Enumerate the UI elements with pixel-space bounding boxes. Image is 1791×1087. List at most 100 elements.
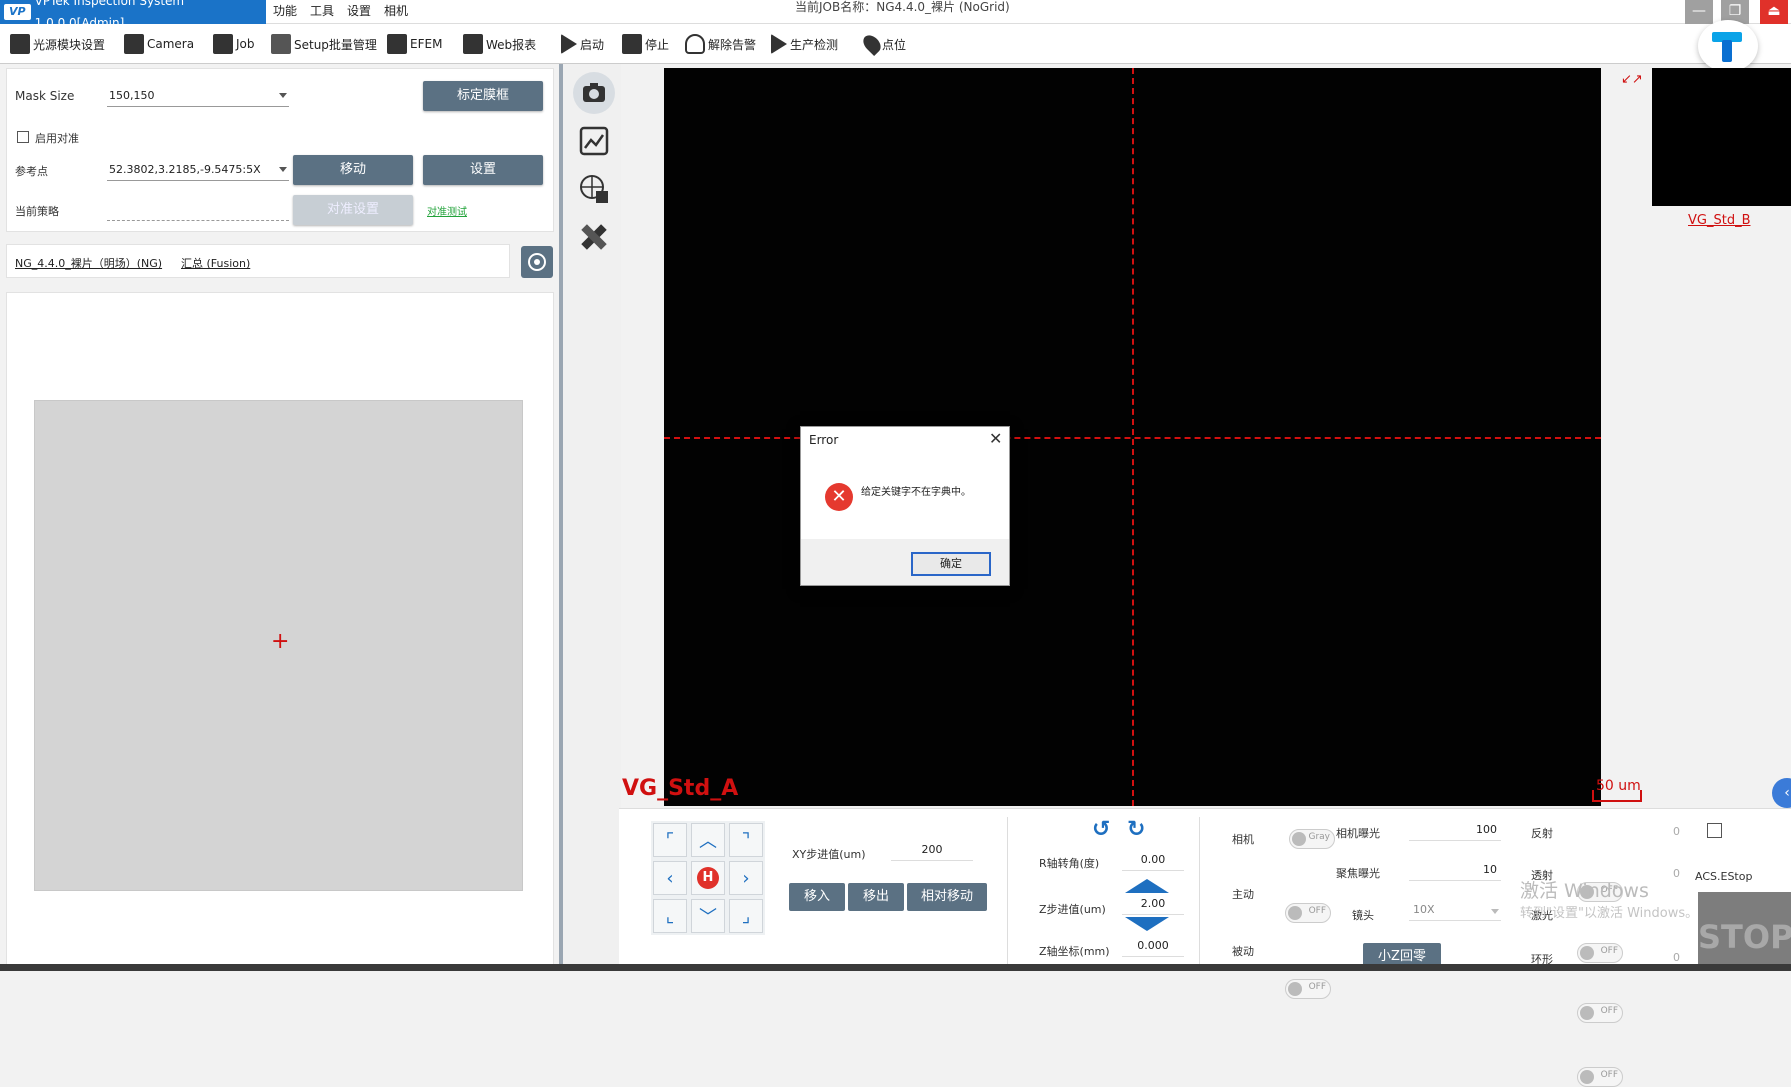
web-report-button[interactable]: Web报表 [463,32,536,56]
jog-right-icon[interactable]: › [729,861,763,895]
setup-batch-button[interactable]: Setup批量管理 [271,32,377,56]
camera-button[interactable]: Camera [124,32,194,56]
toolbar-label: Job [236,37,255,51]
thumbnail-b-label[interactable]: VG_Std_B [1688,213,1751,228]
emergency-stop-button[interactable]: STOP [1698,892,1791,971]
jog-down-left-icon[interactable]: ⌞ [653,899,687,933]
taskbar-strip [0,964,1791,971]
start-button[interactable]: 启动 [561,32,604,56]
toolbar-label: 停止 [645,37,670,52]
lens-select[interactable]: 10X [1409,903,1501,921]
rotate-ccw-icon[interactable]: ↺ [1092,817,1110,842]
align-test-link[interactable]: 对准测试 [427,203,467,218]
production-inspection-button[interactable]: 生产检测 [771,32,838,56]
grid-view-button[interactable] [573,168,615,210]
align-setup-button[interactable]: 对准设置 [293,195,413,225]
recipe-bar: NG_4.4.0_裸片（明场）(NG) 汇总 (Fusion) [6,244,510,278]
move-in-button[interactable]: 移入 [789,883,845,911]
job-button[interactable]: Job [213,32,255,56]
ring-toggle[interactable]: OFF [1577,1067,1623,1087]
clear-alarm-button[interactable]: 解除告警 [685,32,756,56]
jog-down-icon[interactable]: ﹀ [691,899,725,933]
vertical-tool-strip [559,64,621,971]
focus-exposure-label: 聚焦曝光 [1336,867,1380,880]
ref-point-select[interactable]: 52.3802,3.2185,-9.5475:5X [107,161,289,181]
toggle-text: Gray [1308,832,1330,842]
camera-icon [124,34,144,54]
reflect-checkbox[interactable] [1707,823,1722,838]
minimize-button[interactable]: — [1685,0,1713,24]
menu-camera[interactable]: 相机 [384,2,408,20]
image-label-a: VG_Std_A [622,776,739,801]
jog-home-button[interactable]: H [691,861,725,895]
focus-exposure-input[interactable]: 10 [1409,863,1501,881]
toolbar-label: 点位 [882,37,907,52]
z-step-label: Z步进值(um) [1039,903,1106,916]
jog-up-right-icon[interactable]: ⌝ [729,823,763,857]
passive-label: 被动 [1232,945,1254,958]
set-button[interactable]: 设置 [423,155,543,185]
z-up-icon[interactable] [1125,879,1169,893]
current-job-title: 当前JOB名称：NG4.4.0_裸片 (NoGrid) [795,0,1010,14]
efem-button[interactable]: EFEM [387,32,442,56]
mask-size-value: 150,150 [109,89,155,102]
enable-align-label: 启用对准 [35,132,79,145]
thumbnail-b[interactable] [1652,68,1791,206]
menu-function[interactable]: 功能 [273,2,297,20]
transmit-toggle[interactable]: OFF [1577,943,1623,963]
light-module-settings-button[interactable]: 光源模块设置 [10,32,105,56]
enable-align-checkbox[interactable] [17,131,29,143]
exit-button[interactable]: ⏏ [1760,0,1788,24]
image-fit-button[interactable] [573,120,615,162]
refresh-settings-button[interactable] [521,246,553,278]
xy-step-input[interactable]: 200 [891,843,973,861]
ref-point-label: 参考点 [15,165,48,178]
app-logo: VP [4,4,31,20]
wafer-preview-area[interactable]: + [34,400,523,891]
calibrate-frame-button[interactable]: 标定膜框 [423,81,543,111]
move-button[interactable]: 移动 [293,155,413,185]
jog-pad: ⌜ ︿ ⌝ ‹ H › ⌞ ﹀ ⌟ [651,821,765,935]
z-coord-value: 0.000 [1122,939,1184,957]
strategy-field[interactable] [107,201,289,221]
jog-up-icon[interactable]: ︿ [691,823,725,857]
toggle-text: OFF [1600,1006,1618,1016]
z-down-icon[interactable] [1125,917,1169,931]
collapse-panel-icon[interactable]: ‹ [1772,778,1791,808]
ring-value[interactable]: 0 [1673,951,1680,964]
reflect-value[interactable]: 0 [1673,825,1680,838]
job-recipe-link[interactable]: NG_4.4.0_裸片（明场）(NG) [15,255,162,271]
transmit-value[interactable]: 0 [1673,867,1680,880]
close-icon[interactable]: ✕ [989,429,1002,448]
passive-toggle[interactable]: OFF [1285,979,1331,999]
fusion-link[interactable]: 汇总 (Fusion) [181,255,250,271]
divider [1199,817,1200,967]
jog-left-icon[interactable]: ‹ [653,861,687,895]
z-step-input[interactable]: 2.00 [1122,897,1184,915]
main-toolbar: 光源模块设置 Camera Job Setup批量管理 EFEM Web报表 启… [0,24,1791,64]
point-position-button[interactable]: 点位 [859,31,907,57]
jog-up-left-icon[interactable]: ⌜ [653,823,687,857]
expand-icon[interactable]: ↙↗ [1621,72,1643,87]
ok-button[interactable]: 确定 [911,552,991,576]
brand-logo-icon [1698,20,1758,72]
rotate-cw-icon[interactable]: ↻ [1127,817,1145,842]
move-out-button[interactable]: 移出 [848,883,904,911]
toolbar-label: EFEM [410,37,443,51]
play-icon [561,34,577,54]
laser-toggle[interactable]: OFF [1577,1003,1623,1023]
menu-settings[interactable]: 设置 [347,2,371,20]
camera-mode-label: 相机 [1232,833,1254,846]
exposure-input[interactable]: 100 [1409,823,1501,841]
menu-tools[interactable]: 工具 [310,2,334,20]
camera-mode-toggle[interactable]: Gray [1289,829,1335,849]
measure-tool-button[interactable] [573,216,615,258]
stop-button[interactable]: 停止 [622,32,669,56]
active-label: 主动 [1232,888,1254,901]
active-toggle[interactable]: OFF [1285,903,1331,923]
jog-down-right-icon[interactable]: ⌟ [729,899,763,933]
mask-size-select[interactable]: 150,150 [107,87,289,107]
relative-move-button[interactable]: 相对移动 [907,883,987,911]
r-angle-input[interactable]: 0.00 [1122,853,1184,871]
snapshot-button[interactable] [573,72,615,114]
